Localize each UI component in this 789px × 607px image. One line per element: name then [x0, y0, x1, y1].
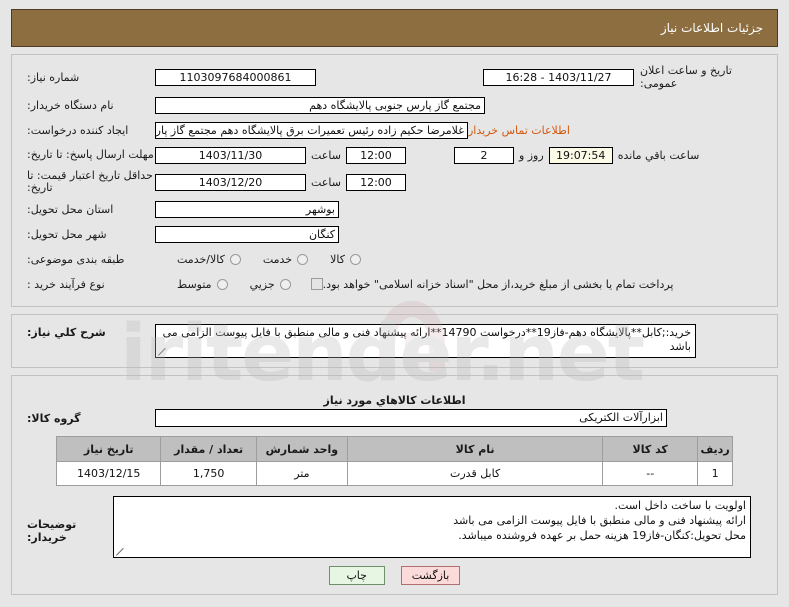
cell-radif: 1	[697, 461, 733, 486]
process-type-option-jozii[interactable]: جزیي	[250, 278, 291, 291]
row-goods-group: ابزارآلات الکتریکی گروه کالا:	[21, 409, 768, 427]
process-type-radio-group: جزیي متوسط	[155, 278, 291, 291]
goods-group-field[interactable]: ابزارآلات الکتریکی	[155, 409, 667, 427]
cell-code: --	[602, 461, 699, 486]
need-details-panel: تاریخ و ساعت اعلان عمومی: 1403/11/27 - 1…	[11, 54, 778, 307]
row-price-validity: 12:00 ساعت 1403/12/20 حداقل تاریخ اعتبار…	[21, 170, 768, 194]
column-header-unit: واحد شمارش	[255, 436, 348, 462]
process-type-label: نوع فرآیند خرید :	[27, 277, 105, 291]
row-city: کنگان شهر محل تحویل:	[21, 224, 768, 244]
page-title: جزئیات اطلاعات نیاز	[660, 21, 763, 35]
delivery-province-label: استان محل تحویل:	[27, 202, 114, 216]
column-header-code: کد کالا	[602, 436, 699, 462]
column-header-date: تاریخ نیاز	[55, 436, 162, 462]
radio-icon[interactable]	[229, 253, 241, 265]
remaining-time-label: ساعت باقي مانده	[617, 148, 700, 162]
classification-radio-group: کالا خدمت کالا/خدمت	[155, 253, 361, 266]
row-classification: کالا خدمت کالا/خدمت طبقه بندی موضوعی:	[21, 249, 768, 269]
process-type-option-label: متوسط	[177, 277, 212, 291]
treasury-checkbox[interactable]	[310, 278, 323, 290]
cell-unit: متر	[255, 461, 348, 486]
need-number-label: شماره نیاز:	[27, 70, 80, 84]
deadline-label: مهلت ارسال پاسخ: تا تاریخ:	[27, 148, 154, 161]
price-validity-hour-label: ساعت	[311, 175, 341, 189]
classification-option-label: خدمت	[262, 252, 293, 266]
radio-icon[interactable]	[279, 278, 291, 290]
row-buyer-notes: اولویت با ساخت داخل است. ارائه پیشنهاد ف…	[21, 496, 768, 558]
remaining-days-label: روز و	[518, 148, 544, 162]
buyer-notes-textarea[interactable]: اولویت با ساخت داخل است. ارائه پیشنهاد ف…	[113, 496, 751, 558]
classification-option-khedmat[interactable]: خدمت	[262, 252, 309, 266]
deadline-date-field[interactable]: 1403/11/30	[155, 146, 306, 164]
requester-field[interactable]: غلامرضا حکیم زاده رئیس تعمیرات برق پالای…	[155, 121, 468, 139]
process-type-option-motavaset[interactable]: متوسط	[177, 278, 228, 291]
price-validity-date-field[interactable]: 1403/12/20	[155, 173, 306, 191]
need-number-field[interactable]: 1103097684000861	[155, 68, 316, 86]
cell-qty: 1,750	[160, 461, 257, 486]
radio-icon[interactable]	[297, 253, 309, 265]
items-panel: اطلاعات كالاهاي مورد نياز ابزارآلات الکت…	[11, 375, 778, 595]
buyer-notes-line-2: ارائه پیشنهاد فنی و مالی منطبق با فایل پ…	[453, 514, 746, 527]
row-province: بوشهر استان محل تحویل:	[21, 199, 768, 219]
column-header-qty: تعداد / مقدار	[160, 436, 257, 462]
deadline-hour-field[interactable]: 12:00	[345, 146, 406, 164]
classification-option-label: کالا/خدمت	[177, 252, 225, 266]
announce-datetime-field[interactable]: 1403/11/27 - 16:28	[483, 68, 634, 86]
general-description-label: شرح كلي نياز:	[27, 326, 106, 339]
buyer-notes-line-1: اولویت با ساخت داخل است.	[614, 499, 747, 512]
cell-date: 1403/12/15	[55, 461, 162, 486]
row-need-number: تاریخ و ساعت اعلان عمومی: 1403/11/27 - 1…	[21, 64, 768, 90]
page-header: جزئیات اطلاعات نیاز	[11, 9, 778, 47]
announce-label: تاریخ و ساعت اعلان عمومی:	[640, 64, 732, 90]
remaining-days-field: 2	[453, 146, 514, 164]
radio-icon[interactable]	[350, 253, 361, 265]
treasury-checkbox-label: پرداخت تمام یا بخشی از مبلغ خرید،از محل …	[322, 277, 674, 291]
classification-option-label: کالا	[330, 252, 345, 266]
row-buyer-org: مجتمع گاز پارس جنوبی پالایشگاه دهم نام د…	[21, 95, 768, 115]
back-button[interactable]: بازگشت	[400, 566, 461, 585]
print-button[interactable]: چاپ	[328, 566, 385, 585]
process-type-option-label: جزیي	[249, 277, 275, 291]
buyer-org-label: نام دستگاه خریدار:	[27, 98, 114, 112]
price-validity-hour-field[interactable]: 12:00	[345, 173, 406, 191]
remaining-time-field: 19:07:54	[548, 146, 613, 164]
footer-actions: بازگشت چاپ	[21, 566, 768, 585]
cell-name: کابل قدرت	[346, 461, 604, 486]
row-requester: اطلاعات تماس خریدار غلامرضا حکیم زاده رئ…	[21, 120, 768, 140]
table-header-row: ردیف کد کالا نام کالا واحد شمارش تعداد /…	[55, 436, 733, 462]
resize-grip-icon[interactable]	[116, 548, 124, 556]
buyer-contact-link[interactable]: اطلاعات تماس خریدار	[468, 124, 576, 137]
column-header-name: نام کالا	[346, 436, 604, 462]
row-response-deadline: ساعت باقي مانده 19:07:54 روز و 2 12:00 س…	[21, 145, 768, 165]
requester-label: ایجاد کننده درخواست:	[27, 123, 129, 137]
delivery-province-field[interactable]: بوشهر	[155, 200, 339, 218]
classification-label: طبقه بندی موضوعی:	[27, 252, 125, 266]
price-validity-label: حداقل تاریخ اعتبار قیمت: تا تاریخ:	[27, 169, 153, 194]
delivery-city-field[interactable]: کنگان	[155, 225, 339, 243]
row-process-type: پرداخت تمام یا بخشی از مبلغ خرید،از محل …	[21, 274, 768, 294]
radio-icon[interactable]	[216, 278, 228, 290]
description-panel: خرید:;کابل**پالایشگاه دهم-فاز19**درخواست…	[11, 314, 778, 368]
general-description-textarea[interactable]: خرید:;کابل**پالایشگاه دهم-فاز19**درخواست…	[155, 324, 696, 358]
general-description-text: خرید:;کابل**پالایشگاه دهم-فاز19**درخواست…	[162, 326, 691, 353]
classification-option-kala-khedmat[interactable]: کالا/خدمت	[177, 253, 241, 266]
goods-group-label: گروه کالا:	[27, 411, 81, 425]
deadline-hour-label: ساعت	[311, 148, 341, 162]
table-row: 1 -- کابل قدرت متر 1,750 1403/12/15	[55, 461, 733, 486]
items-table: ردیف کد کالا نام کالا واحد شمارش تعداد /…	[55, 436, 733, 486]
resize-grip-icon[interactable]	[158, 348, 166, 356]
buyer-org-field[interactable]: مجتمع گاز پارس جنوبی پالایشگاه دهم	[155, 96, 485, 114]
buyer-notes-label: توضیحات خریدار:	[27, 518, 77, 544]
column-header-radif: ردیف	[697, 436, 733, 462]
buyer-notes-line-3: محل تحویل:کنگان-فاز19 هزینه حمل بر عهده …	[458, 529, 746, 542]
row-description: خرید:;کابل**پالایشگاه دهم-فاز19**درخواست…	[21, 324, 768, 358]
delivery-city-label: شهر محل تحویل:	[27, 227, 107, 241]
classification-option-kala[interactable]: کالا	[330, 253, 361, 266]
items-section-title: اطلاعات كالاهاي مورد نياز	[323, 394, 466, 407]
